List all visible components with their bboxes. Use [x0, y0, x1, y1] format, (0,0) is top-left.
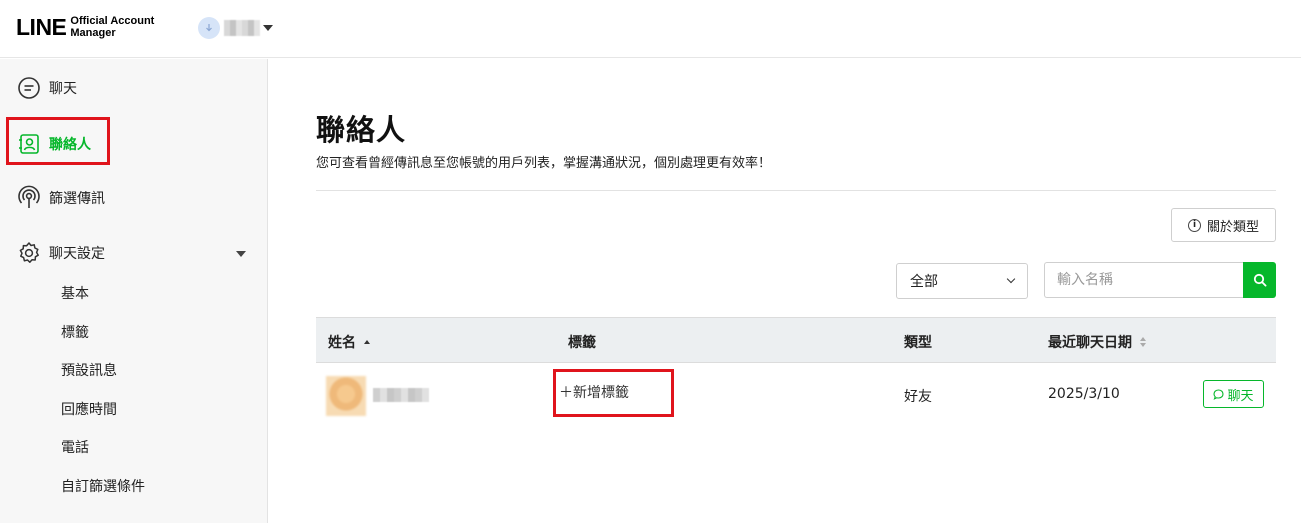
sidebar-item-label: 聊天設定 [49, 246, 105, 262]
column-header-last-chat-date[interactable]: 最近聊天日期 [1048, 332, 1146, 352]
logo-wordmark: LINE [16, 14, 67, 40]
open-chat-button[interactable]: 聊天 [1203, 380, 1264, 408]
chevron-down-icon [1006, 274, 1016, 284]
open-chat-label: 聊天 [1227, 388, 1254, 404]
contact-card-icon [16, 131, 42, 157]
last-chat-date: 2025/3/10 [1048, 386, 1120, 402]
sidebar-item-label: 聊天 [49, 81, 77, 97]
column-header-label: 類型 [904, 335, 932, 351]
sidebar-item-label: 篩選傳訊 [49, 191, 105, 207]
sidebar-item-chat[interactable]: 聊天 [16, 75, 77, 101]
table-row: ＋新增標籤 好友 2025/3/10 聊天 [316, 364, 1276, 426]
column-header-tags: 標籤 [568, 332, 596, 352]
account-avatar-icon [198, 17, 220, 39]
add-tag-button[interactable]: ＋新增標籤 [559, 382, 629, 402]
column-header-type: 類型 [904, 332, 932, 352]
table-header: 姓名 標籤 類型 最近聊天日期 [316, 317, 1276, 363]
column-header-label: 姓名 [328, 335, 356, 351]
page-title: 聯絡人 [316, 113, 407, 147]
contact-type: 好友 [904, 389, 932, 405]
sidebar-subitem-tags[interactable]: 標籤 [61, 322, 89, 342]
type-filter-value: 全部 [910, 274, 938, 290]
chat-bubble-icon [1213, 388, 1225, 400]
divider [316, 190, 1276, 191]
account-name-blurred [224, 20, 260, 36]
top-header: LINE Official Account Manager [0, 0, 1301, 58]
sidebar-subitem-phone[interactable]: 電話 [61, 437, 89, 457]
sort-ascending-icon [364, 340, 370, 344]
type-filter-select[interactable]: 全部 [896, 263, 1028, 299]
logo-subtitle-line1: Official Account [70, 15, 155, 27]
sidebar-subitem-default-messages[interactable]: 預設訊息 [61, 360, 117, 380]
broadcast-icon [16, 185, 42, 211]
logo-subtitle: Official Account Manager [70, 15, 154, 39]
main-content: 聯絡人 您可查看曾經傳訊息至您帳號的用戶列表，掌握溝通狀況，個別處理更有效率！ … [269, 59, 1301, 523]
about-types-button[interactable]: i 關於類型 [1171, 208, 1276, 242]
column-header-label: 標籤 [568, 335, 596, 351]
contact-avatar-blurred [326, 376, 366, 416]
search-icon [1253, 273, 1267, 287]
expand-caret-icon[interactable] [236, 251, 246, 257]
info-icon: i [1187, 218, 1201, 232]
about-types-label: 關於類型 [1206, 219, 1259, 235]
gear-icon [16, 240, 42, 266]
search-button[interactable] [1243, 262, 1276, 298]
sidebar-item-broadcast[interactable]: 篩選傳訊 [16, 185, 105, 211]
sidebar-subitem-basic[interactable]: 基本 [61, 283, 89, 303]
contact-name-blurred [373, 388, 429, 402]
caret-down-icon [263, 25, 273, 31]
account-switcher[interactable] [198, 17, 273, 39]
sidebar-item-label: 聯絡人 [49, 137, 91, 153]
sidebar-subitem-custom-filters[interactable]: 自訂篩選條件 [61, 476, 145, 496]
line-oa-manager-logo[interactable]: LINE Official Account Manager [16, 14, 154, 40]
sidebar-item-chat-settings[interactable]: 聊天設定 [16, 240, 105, 266]
column-header-name[interactable]: 姓名 [328, 332, 370, 352]
chat-bubble-icon [16, 75, 42, 101]
sidebar: 聊天 聯絡人 篩選傳訊 聊天設定 基本 標籤 預設訊息 回應時間 電話 自訂篩選… [0, 59, 268, 523]
page-description: 您可查看曾經傳訊息至您帳號的用戶列表，掌握溝通狀況，個別處理更有效率！ [316, 156, 772, 171]
name-search-input[interactable] [1044, 262, 1244, 298]
logo-subtitle-line2: Manager [70, 27, 116, 39]
sidebar-item-contacts[interactable]: 聯絡人 [16, 131, 91, 157]
column-header-label: 最近聊天日期 [1048, 335, 1132, 351]
sort-toggle-icon [1140, 337, 1146, 347]
sidebar-subitem-response-time[interactable]: 回應時間 [61, 399, 117, 419]
